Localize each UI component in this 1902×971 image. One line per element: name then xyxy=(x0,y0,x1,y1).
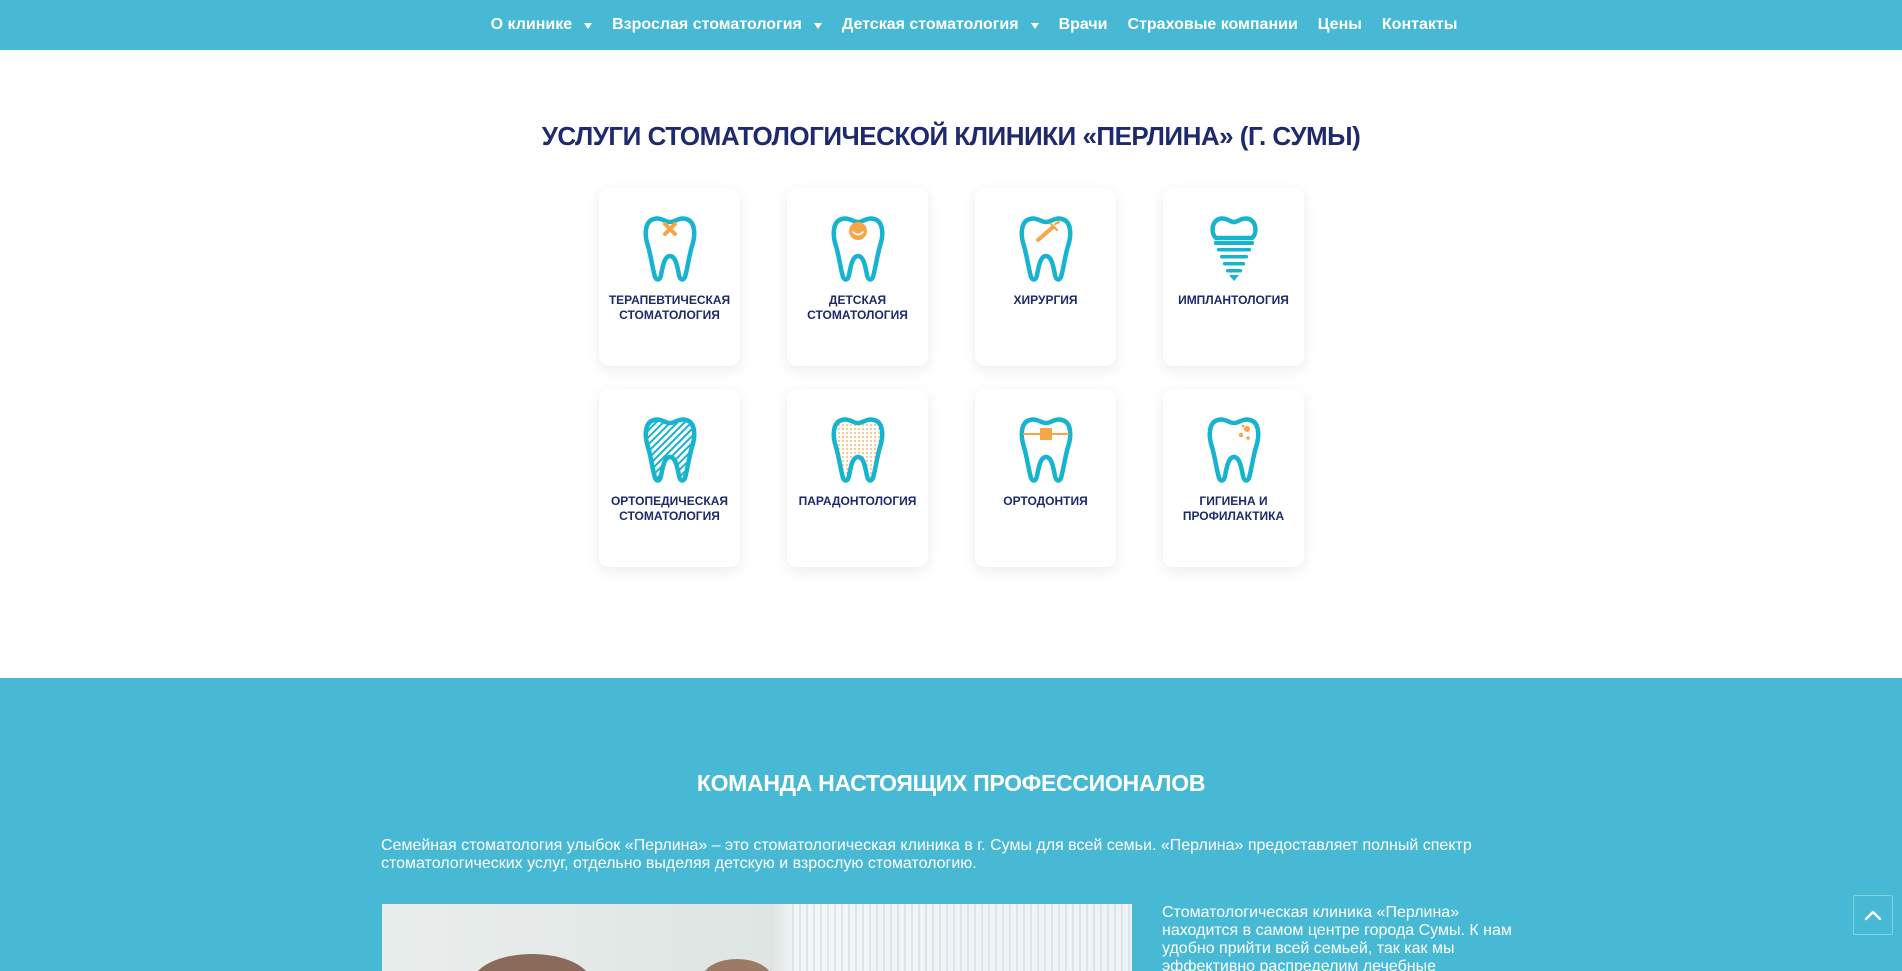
tooth-therapy-icon xyxy=(643,216,696,282)
nav-item-label: Взрослая стоматология xyxy=(612,16,802,33)
team-side-text: Стоматологическая клиника «Перлина» нахо… xyxy=(1162,904,1512,971)
nav-item-label: Контакты xyxy=(1381,16,1458,33)
nav-item-kids-dentistry[interactable]: Детская стоматология xyxy=(842,16,1039,34)
team-intro-text: Семейная стоматология улыбок «Перлина» –… xyxy=(381,837,1472,872)
tooth-orthopedic-icon xyxy=(643,417,696,483)
photo-person-hair xyxy=(472,954,592,971)
chevron-up-icon xyxy=(1864,910,1882,921)
service-label: ОРТОДОНТИЯ xyxy=(1003,494,1088,508)
nav-item-about[interactable]: О клинике xyxy=(491,16,593,34)
service-card-orthodontics[interactable]: ОРТОДОНТИЯ xyxy=(975,389,1116,567)
nav-item-prices[interactable]: Цены xyxy=(1318,16,1362,34)
tooth-hygiene-icon xyxy=(1207,417,1260,483)
team-title: КОМАНДА НАСТОЯЩИХ ПРОФЕССИОНАЛОВ xyxy=(696,770,1206,796)
caret-down-icon xyxy=(813,23,822,29)
service-card-periodontal[interactable]: ПАРАДОНТОЛОГИЯ xyxy=(787,389,928,567)
service-label: ГИГИЕНА И ПРОФИЛАКТИКА xyxy=(1182,494,1285,523)
service-label: ИМПЛАНТОЛОГИЯ xyxy=(1178,293,1289,307)
nav-item-contacts[interactable]: Контакты xyxy=(1382,16,1457,34)
service-label: ДЕТСКАЯ СТОМАТОЛОГИЯ xyxy=(807,293,908,322)
nav-item-doctors[interactable]: Врачи xyxy=(1059,16,1108,34)
nav-item-label: Детская стоматология xyxy=(841,16,1019,33)
nav-item-label: Страховые компании xyxy=(1127,16,1298,33)
tooth-kids-icon xyxy=(831,216,884,282)
service-card-kids[interactable]: ДЕТСКАЯ СТОМАТОЛОГИЯ xyxy=(787,188,928,366)
team-photo xyxy=(382,904,1132,971)
photo-person-hair xyxy=(702,959,772,971)
nav-item-label: О клинике xyxy=(490,16,573,33)
service-card-therapy[interactable]: ТЕРАПЕВТИЧЕСКАЯ СТОМАТОЛОГИЯ xyxy=(599,188,740,366)
caret-down-icon xyxy=(584,23,593,29)
service-label: ПАРАДОНТОЛОГИЯ xyxy=(798,494,917,508)
scroll-to-top-button[interactable] xyxy=(1853,895,1893,935)
service-label: ОРТОПЕДИЧЕСКАЯ СТОМАТОЛОГИЯ xyxy=(610,494,729,523)
service-card-hygiene[interactable]: ГИГИЕНА И ПРОФИЛАКТИКА xyxy=(1163,389,1304,567)
service-label: ХИРУРГИЯ xyxy=(1013,293,1078,307)
tooth-braces-icon xyxy=(1019,417,1072,483)
service-card-surgery[interactable]: ХИРУРГИЯ xyxy=(975,188,1116,366)
caret-down-icon xyxy=(1030,23,1039,29)
nav-menu: О клинике Взрослая стоматология Детская … xyxy=(0,0,1902,50)
services-title: УСЛУГИ СТОМАТОЛОГИЧЕСКОЙ КЛИНИКИ «ПЕРЛИН… xyxy=(541,121,1361,151)
nav-item-adult-dentistry[interactable]: Взрослая стоматология xyxy=(612,16,822,34)
service-card-implant[interactable]: ИМПЛАНТОЛОГИЯ xyxy=(1163,188,1304,366)
tooth-periodontal-icon xyxy=(831,417,884,483)
service-card-orthopedic[interactable]: ОРТОПЕДИЧЕСКАЯ СТОМАТОЛОГИЯ xyxy=(599,389,740,567)
photo-background-blinds xyxy=(787,904,1132,971)
nav-item-insurance[interactable]: Страховые компании xyxy=(1128,16,1298,34)
tooth-implant-icon xyxy=(1209,216,1258,281)
tooth-surgery-icon xyxy=(1019,216,1072,282)
services-grid: ТЕРАПЕВТИЧЕСКАЯ СТОМАТОЛОГИЯ ДЕТСКАЯ СТО… xyxy=(599,188,1304,567)
nav-item-label: Врачи xyxy=(1058,16,1108,33)
service-label: ТЕРАПЕВТИЧЕСКАЯ СТОМАТОЛОГИЯ xyxy=(608,293,731,322)
top-navigation-bar: О клинике Взрослая стоматология Детская … xyxy=(0,0,1902,50)
nav-item-label: Цены xyxy=(1317,16,1362,33)
